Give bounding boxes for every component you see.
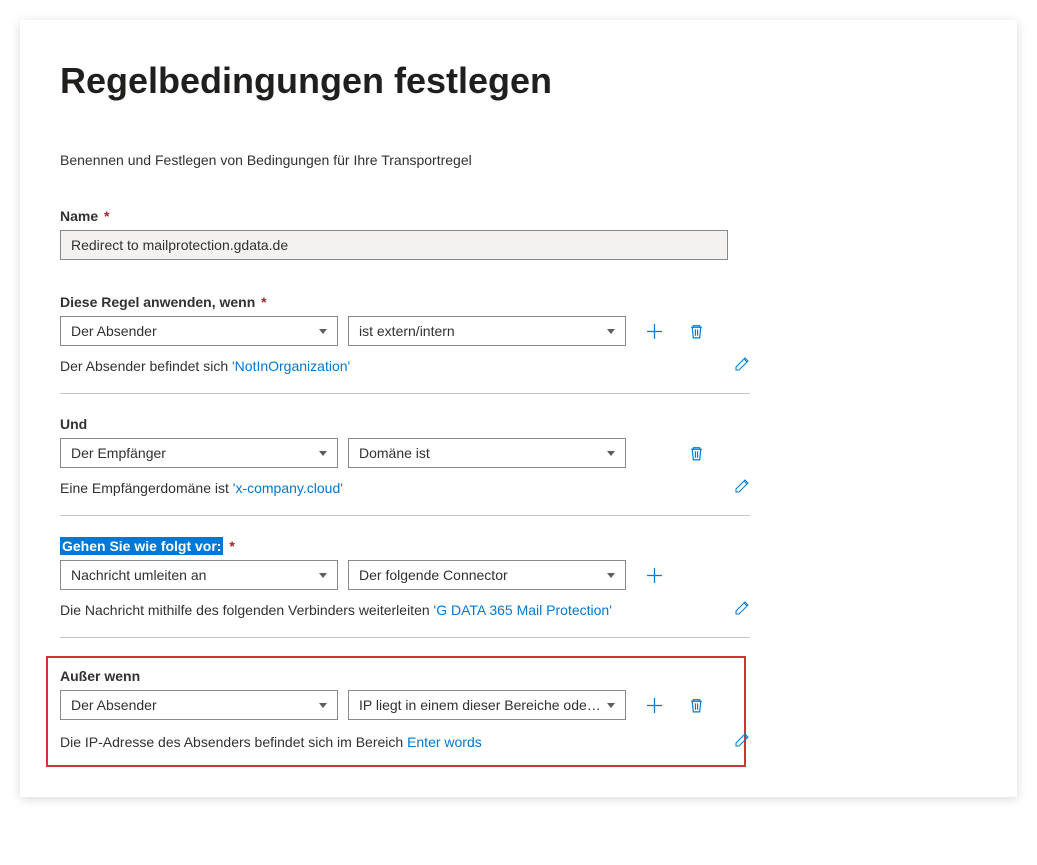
delete-condition-button[interactable] bbox=[682, 317, 710, 345]
and-section: Und Der Empfänger Domäne ist Eine Empfän… bbox=[60, 412, 977, 497]
chevron-down-icon bbox=[319, 451, 327, 456]
except-select-ip[interactable]: IP liegt in einem dieser Bereiche oder .… bbox=[348, 690, 626, 720]
name-input[interactable] bbox=[60, 230, 728, 260]
page-subtitle: Benennen und Festlegen von Bedingungen f… bbox=[60, 152, 977, 168]
add-action-button[interactable] bbox=[640, 561, 668, 589]
pencil-icon bbox=[734, 356, 750, 372]
and-select-recipient[interactable]: Der Empfänger bbox=[60, 438, 338, 468]
edit-action-button[interactable] bbox=[734, 600, 750, 619]
add-exception-button[interactable] bbox=[640, 691, 668, 719]
chevron-down-icon bbox=[319, 703, 327, 708]
except-select-sender[interactable]: Der Absender bbox=[60, 690, 338, 720]
apply-when-section: Diese Regel anwenden, wenn * Der Absende… bbox=[60, 290, 977, 375]
and-summary: Eine Empfängerdomäne ist 'x-company.clou… bbox=[60, 480, 343, 496]
pencil-icon bbox=[734, 600, 750, 616]
pencil-icon bbox=[734, 478, 750, 494]
trash-icon bbox=[688, 697, 705, 714]
apply-when-select-scope[interactable]: ist extern/intern bbox=[348, 316, 626, 346]
divider bbox=[60, 515, 750, 516]
edit-apply-when-button[interactable] bbox=[734, 356, 750, 375]
and-select-domain[interactable]: Domäne ist bbox=[348, 438, 626, 468]
name-section: Name * bbox=[60, 208, 977, 290]
plus-icon bbox=[646, 567, 663, 584]
chevron-down-icon bbox=[607, 451, 615, 456]
except-section-highlight: Außer wenn Der Absender IP liegt in eine… bbox=[46, 656, 746, 767]
apply-when-label: Diese Regel anwenden, wenn * bbox=[60, 294, 267, 310]
trash-icon bbox=[688, 445, 705, 462]
rule-conditions-panel: Regelbedingungen festlegen Benennen und … bbox=[20, 20, 1017, 797]
action-section: Gehen Sie wie folgt vor: * Nachricht uml… bbox=[60, 534, 977, 619]
page-title: Regelbedingungen festlegen bbox=[60, 60, 977, 102]
and-label: Und bbox=[60, 416, 87, 432]
divider bbox=[60, 393, 750, 394]
chevron-down-icon bbox=[607, 573, 615, 578]
apply-when-select-sender[interactable]: Der Absender bbox=[60, 316, 338, 346]
name-label: Name * bbox=[60, 208, 109, 224]
chevron-down-icon bbox=[607, 703, 615, 708]
delete-and-button[interactable] bbox=[682, 439, 710, 467]
chevron-down-icon bbox=[607, 329, 615, 334]
divider bbox=[60, 637, 750, 638]
chevron-down-icon bbox=[319, 573, 327, 578]
action-select-connector[interactable]: Der folgende Connector bbox=[348, 560, 626, 590]
apply-when-summary: Der Absender befindet sich 'NotInOrganiz… bbox=[60, 358, 350, 374]
edit-exception-button[interactable] bbox=[734, 732, 750, 751]
chevron-down-icon bbox=[319, 329, 327, 334]
add-condition-button[interactable] bbox=[640, 317, 668, 345]
plus-icon bbox=[646, 697, 663, 714]
plus-icon bbox=[646, 323, 663, 340]
edit-and-button[interactable] bbox=[734, 478, 750, 497]
action-label: Gehen Sie wie folgt vor: * bbox=[60, 538, 235, 554]
except-label: Außer wenn bbox=[60, 668, 140, 684]
except-summary: Die IP-Adresse des Absenders befindet si… bbox=[60, 734, 482, 750]
action-select-redirect[interactable]: Nachricht umleiten an bbox=[60, 560, 338, 590]
pencil-icon bbox=[734, 732, 750, 748]
action-summary: Die Nachricht mithilfe des folgenden Ver… bbox=[60, 602, 612, 618]
delete-exception-button[interactable] bbox=[682, 691, 710, 719]
trash-icon bbox=[688, 323, 705, 340]
